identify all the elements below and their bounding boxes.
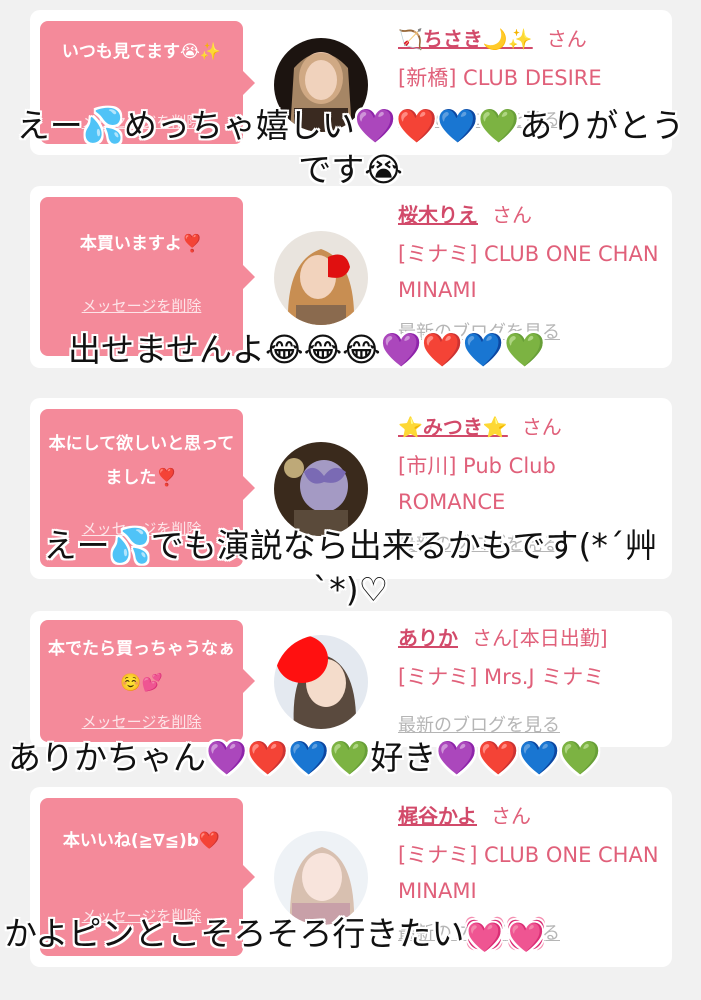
avatar[interactable] bbox=[274, 635, 368, 729]
host-name-link[interactable]: ⭐みつき⭐ bbox=[398, 415, 508, 439]
overlay-caption: ありかちゃん💜❤️💙💚好き💜❤️💙💚 bbox=[8, 738, 601, 777]
avatar[interactable] bbox=[274, 831, 368, 925]
shop-name: [ミナミ] CLUB ONE CHAN MINAMI bbox=[398, 242, 659, 302]
message-text: いつも見てます😭✨ bbox=[61, 42, 222, 62]
host-info: ありか さん[本日出勤] [ミナミ] Mrs.J ミナミ 最新のブログを見る bbox=[398, 623, 662, 737]
shop-name: [ミナミ] Mrs.J ミナミ bbox=[398, 665, 605, 689]
message-card: 本でたら買っちゃうなぁ☺️💕 メッセージを削除 ありか さん[本日出勤] [ミナミ… bbox=[30, 611, 672, 747]
blog-link[interactable]: 最新のブログを見る bbox=[398, 711, 662, 737]
honorific: さん[本日出勤] bbox=[472, 626, 608, 650]
host-name-link[interactable]: 桜木りえ bbox=[398, 203, 478, 227]
message-text: 本にして欲しいと思ってました❣️ bbox=[48, 434, 235, 488]
shop-name: [市川] Pub Club ROMANCE bbox=[398, 454, 556, 514]
message-text: 本でたら買っちゃうなぁ☺️💕 bbox=[48, 639, 235, 693]
honorific: さん bbox=[546, 27, 587, 51]
host-name-link[interactable]: 🏹ちさき🌙✨ bbox=[398, 27, 533, 51]
delete-message-link[interactable]: メッセージを削除 bbox=[40, 711, 243, 732]
host-info: 桜木りえ さん [ミナミ] CLUB ONE CHAN MINAMI 最新のブログ… bbox=[398, 200, 662, 344]
host-name-link[interactable]: 梶谷かよ bbox=[398, 804, 477, 828]
shop-name: [ミナミ] CLUB ONE CHAN MINAMI bbox=[398, 843, 659, 903]
message-text: 本買いますよ❣️ bbox=[79, 234, 204, 254]
overlay-caption: かよピンとこそろそろ行きたい💓💓 bbox=[4, 914, 547, 953]
honorific: さん bbox=[491, 804, 531, 828]
overlay-caption: えー💦でも演説なら出来るかもです(*´艸`*)♡ bbox=[43, 526, 658, 609]
overlay-caption: 出せませんよ😂😂😂💜❤️💙💚 bbox=[68, 330, 546, 369]
avatar[interactable] bbox=[274, 442, 368, 536]
honorific: さん bbox=[492, 203, 532, 227]
overlay-caption: えー💦めっちゃ嬉しい💜❤️💙💚ありがとうです😭 bbox=[16, 106, 685, 189]
avatar[interactable] bbox=[274, 231, 368, 325]
message-text: 本いいね(≧∇≦)b❤️ bbox=[62, 831, 221, 851]
message-bubble: 本でたら買っちゃうなぁ☺️💕 メッセージを削除 bbox=[40, 620, 255, 742]
delete-message-link[interactable]: メッセージを削除 bbox=[40, 295, 243, 316]
shop-name: [新橋] CLUB DESIRE bbox=[398, 66, 602, 90]
honorific: さん bbox=[521, 415, 562, 439]
host-name-link[interactable]: ありか bbox=[398, 626, 458, 650]
